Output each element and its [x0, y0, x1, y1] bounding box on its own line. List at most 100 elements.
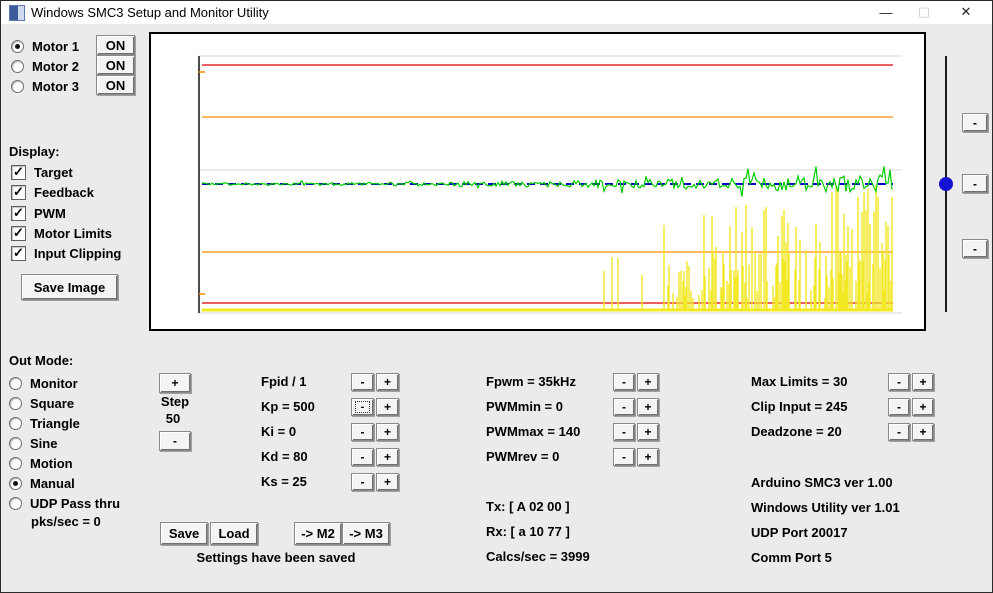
- out-mode-motion-row[interactable]: Motion: [9, 455, 73, 471]
- app-icon: [9, 5, 25, 21]
- manual-radio[interactable]: [9, 476, 22, 490]
- display-header: Display:: [9, 144, 60, 159]
- motor-2-radio[interactable]: [11, 59, 24, 73]
- fpwm-value: Fpwm = 35kHz: [486, 374, 576, 389]
- target-checkbox[interactable]: [11, 164, 26, 180]
- step-minus-button[interactable]: -: [159, 431, 191, 451]
- fpid-minus-button[interactable]: -: [351, 373, 374, 391]
- deadzone-value: Deadzone = 20: [751, 424, 842, 439]
- close-button[interactable]: ✕: [947, 1, 985, 23]
- app-window: Windows SMC3 Setup and Monitor Utility —…: [0, 0, 993, 593]
- motor-1-on-button[interactable]: ON: [96, 35, 135, 55]
- kd-value: Kd = 80: [261, 449, 308, 464]
- pwmrev-plus-button[interactable]: +: [637, 448, 659, 466]
- motor-2-on-button[interactable]: ON: [96, 55, 135, 75]
- target-label: Target: [34, 164, 73, 180]
- monitor-plot-svg: [198, 55, 902, 314]
- fpwm-minus-button[interactable]: -: [613, 373, 635, 391]
- kd-minus-button[interactable]: -: [351, 448, 374, 466]
- triangle-radio[interactable]: [9, 416, 22, 430]
- maximize-button[interactable]: ▢: [905, 1, 943, 23]
- slider-minus-button-top[interactable]: -: [962, 113, 988, 132]
- monitor-label: Monitor: [30, 375, 78, 391]
- motor-3-radio[interactable]: [11, 79, 24, 93]
- motor-2-label: Motor 2: [32, 58, 79, 74]
- kp-minus-button[interactable]: -: [351, 398, 374, 416]
- display-feedback-row[interactable]: Feedback: [11, 184, 94, 200]
- monitor-radio[interactable]: [9, 376, 22, 390]
- pwmmax-plus-button[interactable]: +: [637, 423, 659, 441]
- ki-plus-button[interactable]: +: [376, 423, 399, 441]
- ks-value: Ks = 25: [261, 474, 307, 489]
- fpid-plus-button[interactable]: +: [376, 373, 399, 391]
- max-limits-minus-button[interactable]: -: [888, 373, 910, 391]
- slider-minus-button-mid[interactable]: -: [962, 174, 988, 193]
- ks-plus-button[interactable]: +: [376, 473, 399, 491]
- pwmrev-value: PWMrev = 0: [486, 449, 560, 464]
- load-button[interactable]: Load: [210, 522, 258, 545]
- udp-port-text: UDP Port 20017: [751, 525, 848, 540]
- ks-minus-button[interactable]: -: [351, 473, 374, 491]
- motor-1-label: Motor 1: [32, 38, 79, 54]
- motor-1-radio[interactable]: [11, 39, 24, 53]
- ki-value: Ki = 0: [261, 424, 297, 439]
- step-plus-button[interactable]: +: [159, 373, 191, 393]
- motion-radio[interactable]: [9, 456, 22, 470]
- clip-input-minus-button[interactable]: -: [888, 398, 910, 416]
- fpwm-plus-button[interactable]: +: [637, 373, 659, 391]
- clip-input-plus-button[interactable]: +: [912, 398, 934, 416]
- minimize-button[interactable]: —: [867, 1, 905, 23]
- out-mode-square-row[interactable]: Square: [9, 395, 74, 411]
- udp-pass-thru-radio[interactable]: [9, 496, 22, 510]
- out-mode-triangle-row[interactable]: Triangle: [9, 415, 80, 431]
- kd-plus-button[interactable]: +: [376, 448, 399, 466]
- to-m3-button[interactable]: -> M3: [342, 522, 390, 545]
- input-clipping-checkbox[interactable]: [11, 245, 26, 261]
- motion-label: Motion: [30, 455, 73, 471]
- pwmmin-plus-button[interactable]: +: [637, 398, 659, 416]
- pwmmin-value: PWMmin = 0: [486, 399, 563, 414]
- out-mode-udp-row[interactable]: UDP Pass thru: [9, 495, 120, 511]
- windows-utility-version-text: Windows Utility ver 1.01: [751, 500, 900, 515]
- motor-1-radio-row[interactable]: Motor 1: [11, 38, 79, 54]
- to-m2-button[interactable]: -> M2: [294, 522, 342, 545]
- display-input-clipping-row[interactable]: Input Clipping: [11, 245, 121, 261]
- fpid-value: Fpid / 1: [261, 374, 307, 389]
- pwmrev-minus-button[interactable]: -: [613, 448, 635, 466]
- display-target-row[interactable]: Target: [11, 164, 73, 180]
- tx-readout: Tx: [ A 02 00 ]: [486, 499, 570, 514]
- out-mode-header: Out Mode:: [9, 353, 74, 368]
- out-mode-manual-row[interactable]: Manual: [9, 475, 75, 491]
- pwmmin-minus-button[interactable]: -: [613, 398, 635, 416]
- scale-slider-thumb[interactable]: [939, 177, 953, 191]
- square-radio[interactable]: [9, 396, 22, 410]
- out-mode-sine-row[interactable]: Sine: [9, 435, 57, 451]
- display-pwm-row[interactable]: PWM: [11, 205, 66, 221]
- sine-label: Sine: [30, 435, 58, 451]
- sine-radio[interactable]: [9, 436, 22, 450]
- triangle-label: Triangle: [30, 415, 80, 431]
- out-mode-monitor-row[interactable]: Monitor: [9, 375, 78, 391]
- clip-input-value: Clip Input = 245: [751, 399, 848, 414]
- deadzone-minus-button[interactable]: -: [888, 423, 910, 441]
- title-bar: Windows SMC3 Setup and Monitor Utility —…: [1, 1, 992, 24]
- motor-2-radio-row[interactable]: Motor 2: [11, 58, 79, 74]
- kp-plus-button[interactable]: +: [376, 398, 399, 416]
- pwm-checkbox[interactable]: [11, 205, 26, 221]
- pwmmax-minus-button[interactable]: -: [613, 423, 635, 441]
- save-button[interactable]: Save: [160, 522, 208, 545]
- motor-3-radio-row[interactable]: Motor 3: [11, 78, 79, 94]
- calcs-per-sec-readout: Calcs/sec = 3999: [486, 549, 590, 564]
- deadzone-plus-button[interactable]: +: [912, 423, 934, 441]
- monitor-plot: [149, 32, 926, 331]
- ki-minus-button[interactable]: -: [351, 423, 374, 441]
- motor-limits-checkbox[interactable]: [11, 225, 26, 241]
- save-image-button[interactable]: Save Image: [21, 274, 118, 300]
- feedback-checkbox[interactable]: [11, 184, 26, 200]
- display-motor-limits-row[interactable]: Motor Limits: [11, 225, 112, 241]
- max-limits-plus-button[interactable]: +: [912, 373, 934, 391]
- feedback-label: Feedback: [34, 184, 94, 200]
- motor-3-on-button[interactable]: ON: [96, 75, 135, 95]
- motor-limits-label: Motor Limits: [34, 225, 112, 241]
- slider-minus-button-bottom[interactable]: -: [962, 239, 988, 258]
